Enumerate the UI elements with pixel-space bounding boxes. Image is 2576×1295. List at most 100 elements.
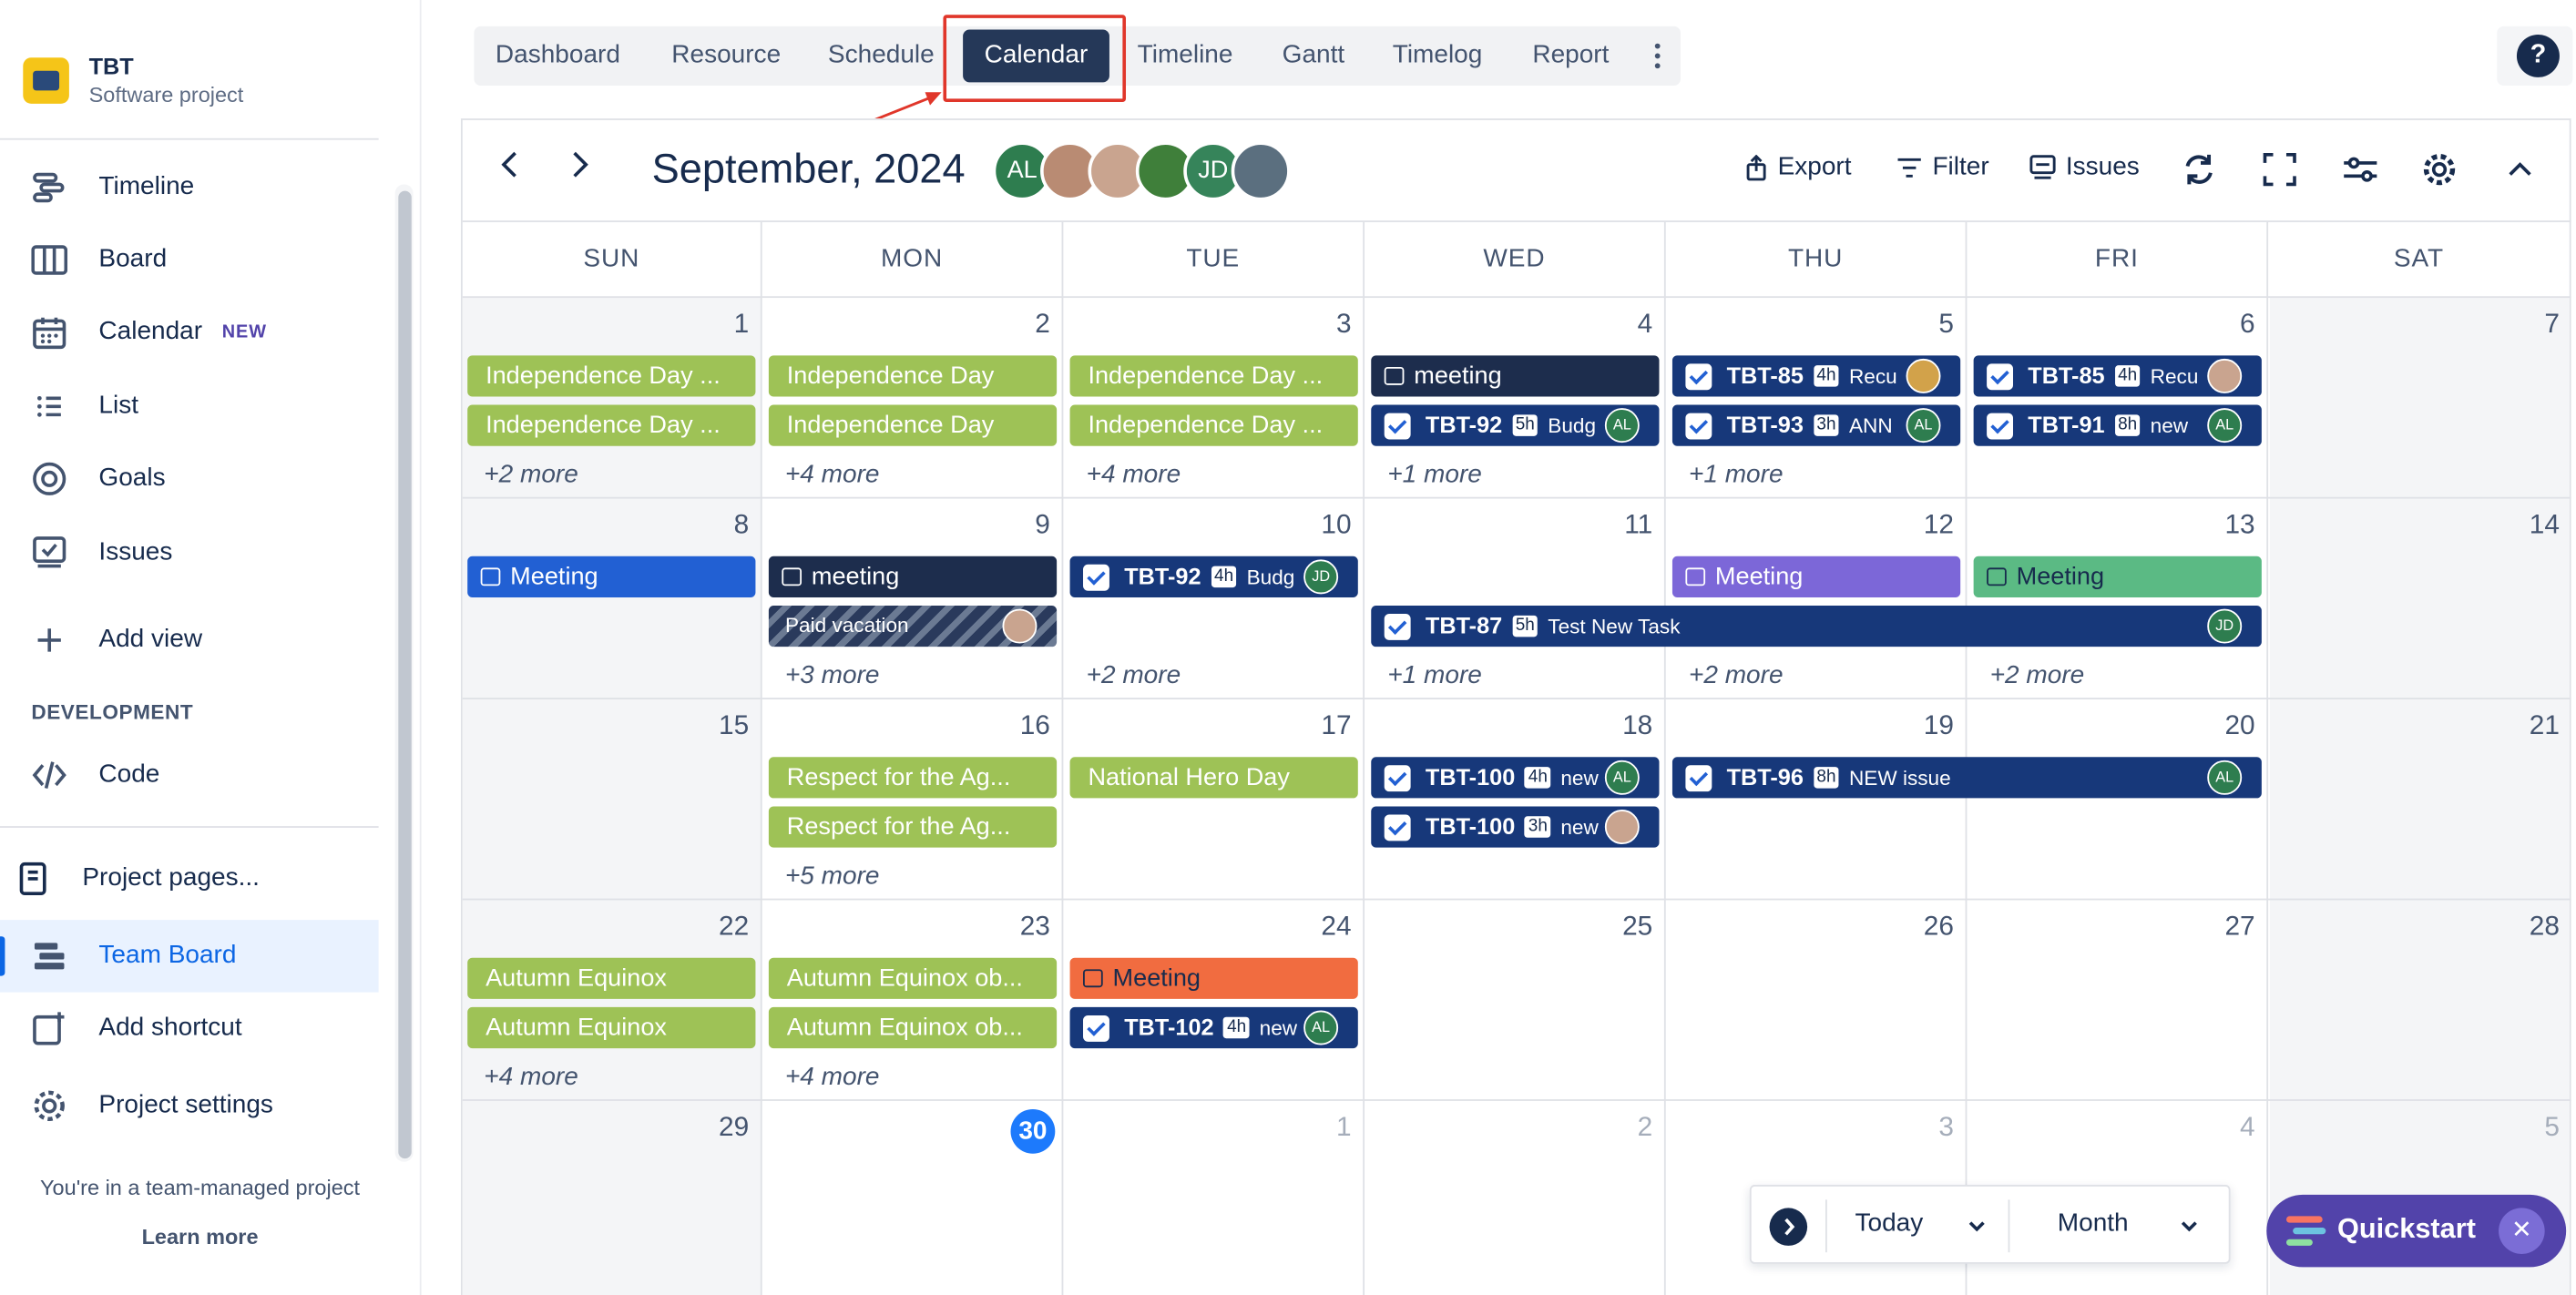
project-header[interactable]: TBT Software project — [23, 53, 243, 107]
more-link[interactable]: +2 more — [1990, 661, 2085, 691]
task-event[interactable]: TBT-85 4h Recu — [1671, 355, 1961, 397]
avatar[interactable] — [1231, 141, 1291, 201]
meeting-event[interactable]: Meeting — [1671, 556, 1961, 597]
holiday-event[interactable]: Independence Day ... — [467, 404, 756, 446]
sidebar-item-list[interactable]: List — [30, 380, 138, 433]
more-link[interactable]: +4 more — [1087, 461, 1181, 491]
project-pages-link[interactable]: Project pages... — [13, 852, 260, 905]
holiday-event[interactable]: Respect for the Ag... — [768, 757, 1058, 799]
more-link[interactable]: +4 more — [785, 1063, 880, 1093]
more-tabs-icon[interactable] — [1646, 39, 1669, 72]
holiday-event[interactable]: Autumn Equinox — [467, 1006, 756, 1049]
task-event[interactable]: TBT-102 4h new AL — [1069, 1006, 1358, 1049]
sidebar-item-board[interactable]: Board — [30, 234, 168, 287]
more-link[interactable]: +4 more — [484, 1063, 578, 1093]
day-number: 8 — [733, 510, 750, 540]
project-settings-link[interactable]: Project settings — [30, 1079, 273, 1132]
tab-timeline[interactable]: Timeline — [1121, 26, 1250, 86]
close-icon[interactable]: ✕ — [2499, 1208, 2545, 1254]
day-number: 4 — [2240, 1112, 2255, 1143]
task-event[interactable]: TBT-85 4h Recu — [1973, 355, 2262, 397]
settings-gear-icon[interactable] — [2419, 149, 2458, 189]
view-select[interactable]: Month — [2058, 1209, 2197, 1239]
tab-gantt[interactable]: Gantt — [1266, 26, 1362, 86]
sidebar-item-issues[interactable]: Issues — [30, 526, 173, 579]
task-event[interactable]: TBT-93 3h ANN AL — [1671, 404, 1961, 446]
calendar-icon — [1987, 566, 2007, 586]
sidebar-item-label: List — [98, 392, 139, 420]
sidebar-item-timeline[interactable]: Timeline — [30, 161, 195, 214]
day-number: 9 — [1035, 510, 1050, 540]
filter-button[interactable]: Filter — [1896, 153, 1989, 183]
holiday-event[interactable]: Independence Day ... — [1069, 404, 1358, 446]
holiday-event[interactable]: Autumn Equinox ob... — [768, 957, 1058, 999]
more-link[interactable]: +1 more — [1689, 461, 1784, 491]
holiday-event[interactable]: Respect for the Ag... — [768, 806, 1058, 848]
holiday-event[interactable]: Independence Day ... — [467, 355, 756, 397]
task-event[interactable]: TBT-91 8h new AL — [1973, 404, 2262, 446]
add-view-button[interactable]: Add view — [30, 614, 203, 667]
day-number: 11 — [1624, 510, 1653, 540]
task-event[interactable]: TBT-92 5h Budg AL — [1371, 404, 1660, 446]
more-link[interactable]: +5 more — [785, 862, 880, 892]
more-link[interactable]: +2 more — [1689, 661, 1784, 691]
holiday-event[interactable]: Independence Day ... — [1069, 355, 1358, 397]
tab-resource[interactable]: Resource — [655, 26, 797, 86]
tab-dashboard[interactable]: Dashboard — [479, 26, 637, 86]
meeting-event[interactable]: Meeting — [1069, 957, 1358, 999]
task-desc: new — [1560, 767, 1599, 790]
holiday-event[interactable]: Independence Day — [768, 355, 1058, 397]
tab-report[interactable]: Report — [1516, 26, 1625, 86]
holiday-event[interactable]: Independence Day — [768, 404, 1058, 446]
day-number: 14 — [2529, 510, 2560, 540]
help-icon[interactable]: ? — [2516, 34, 2560, 77]
refresh-icon[interactable] — [2180, 149, 2219, 189]
meeting-event[interactable]: meeting — [768, 556, 1058, 597]
day-number: 20 — [2224, 710, 2255, 741]
today-select[interactable]: Today — [1855, 1209, 1985, 1239]
sidebar-item-label: Calendar — [98, 317, 203, 346]
team-board-icon — [30, 936, 69, 975]
task-key: TBT-92 — [1425, 411, 1503, 438]
holiday-event[interactable]: National Hero Day — [1069, 757, 1358, 799]
chevron-right-circle-icon[interactable] — [1769, 1208, 1808, 1246]
task-event[interactable]: TBT-96 8h NEW issue AL — [1671, 757, 2262, 799]
learn-more-link[interactable]: Learn more — [0, 1224, 400, 1249]
export-button[interactable]: Export — [1744, 153, 1852, 183]
task-event[interactable]: TBT-92 4h Budg JD — [1069, 556, 1358, 597]
task-desc: ANN — [1848, 414, 1893, 438]
more-link[interactable]: +3 more — [785, 661, 880, 691]
sliders-icon[interactable] — [2341, 149, 2380, 189]
more-link[interactable]: +2 more — [1087, 661, 1181, 691]
task-event[interactable]: TBT-87 5h Test New Task JD — [1371, 605, 2262, 648]
tab-schedule[interactable]: Schedule — [812, 26, 951, 86]
sidebar-item-calendar[interactable]: Calendar NEW — [30, 306, 267, 359]
quickstart-button[interactable]: Quickstart ✕ — [2266, 1194, 2567, 1268]
meeting-event[interactable]: Meeting — [1973, 556, 2262, 597]
more-link[interactable]: +1 more — [1387, 461, 1482, 491]
prev-month-icon[interactable] — [496, 145, 522, 194]
next-month-icon[interactable] — [567, 145, 594, 194]
more-link[interactable]: +2 more — [484, 461, 578, 491]
more-link[interactable]: +1 more — [1387, 661, 1482, 691]
holiday-event[interactable]: Autumn Equinox — [467, 957, 756, 999]
task-event[interactable]: TBT-100 4h new AL — [1371, 757, 1660, 799]
vacation-event[interactable]: Paid vacation — [768, 605, 1058, 648]
issues-button[interactable]: Issues — [2029, 153, 2140, 183]
more-link[interactable]: +4 more — [785, 461, 880, 491]
new-badge: NEW — [221, 322, 267, 342]
fullscreen-icon[interactable] — [2260, 149, 2299, 189]
holiday-event[interactable]: Autumn Equinox ob... — [768, 1006, 1058, 1049]
sidebar-item-goals[interactable]: Goals — [30, 453, 166, 505]
collapse-chevron-up-icon[interactable] — [2500, 149, 2540, 189]
meeting-event[interactable]: meeting — [1371, 355, 1660, 397]
day-number: 27 — [2224, 912, 2255, 942]
task-event[interactable]: TBT-100 3h new — [1371, 806, 1660, 848]
tab-timelog[interactable]: Timelog — [1376, 26, 1499, 86]
task-hours: 3h — [1813, 414, 1840, 436]
add-shortcut-button[interactable]: Add shortcut — [30, 1002, 242, 1055]
meeting-event[interactable]: Meeting — [467, 556, 756, 597]
sidebar-item-team-board[interactable]: Team Board — [30, 930, 237, 983]
sidebar-scrollbar-thumb[interactable] — [398, 190, 412, 1159]
sidebar-item-code[interactable]: Code — [30, 749, 160, 801]
